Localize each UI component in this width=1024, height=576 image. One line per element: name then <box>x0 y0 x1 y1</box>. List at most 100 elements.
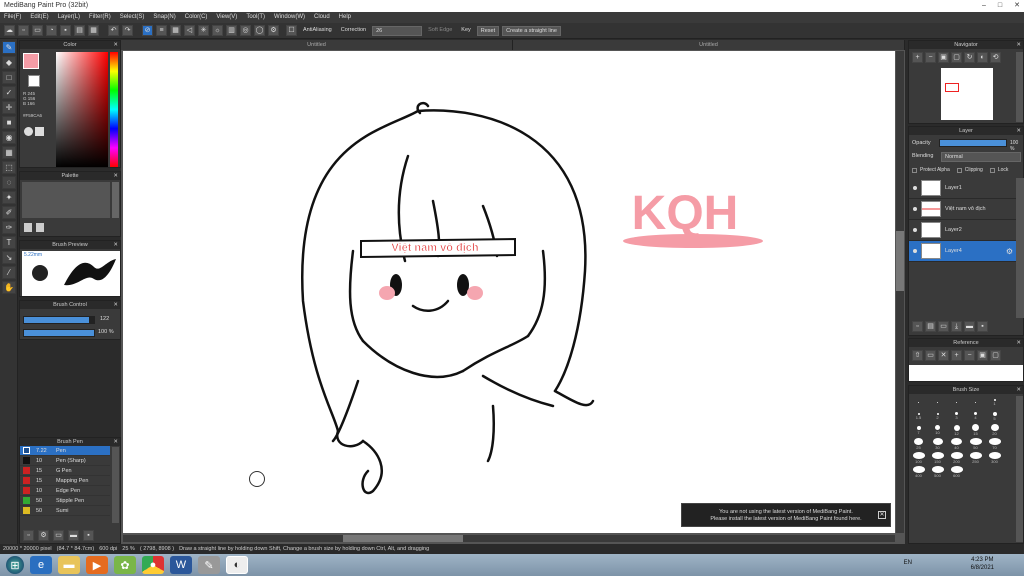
menu-cloud[interactable]: Cloud <box>314 12 330 23</box>
layer-row[interactable]: Layer2 <box>909 220 1016 241</box>
snap-off-icon[interactable]: ⊘ <box>142 25 153 36</box>
merge-down-icon[interactable]: ⤓ <box>951 321 962 332</box>
close-icon[interactable]: ✕ <box>1016 386 1021 394</box>
eraser-tool-icon[interactable]: ◆ <box>2 56 16 69</box>
brush-size-option[interactable]: 2 <box>930 410 945 422</box>
menu-file[interactable]: File(F) <box>4 12 21 23</box>
eye-icon[interactable] <box>913 249 917 253</box>
select-tool-icon[interactable]: ⬚ <box>2 161 16 174</box>
brush-item[interactable]: 7.22 Pen <box>20 446 110 456</box>
brush-size-option[interactable]: 25 <box>911 438 926 450</box>
word-icon[interactable]: W <box>170 556 192 574</box>
zoom-in-icon[interactable]: + <box>912 52 923 63</box>
select-pen-tool-icon[interactable]: ✐ <box>2 206 16 219</box>
text-tool-icon[interactable]: T <box>2 236 16 249</box>
menu-layer[interactable]: Layer(L) <box>58 12 80 23</box>
close-button[interactable]: ✕ <box>1014 0 1020 12</box>
open-icon[interactable]: ▭ <box>32 25 43 36</box>
horizontal-scrollbar[interactable] <box>123 535 895 542</box>
brush-size-option[interactable]: 15 <box>968 424 983 436</box>
paint-icon[interactable]: ✎ <box>198 556 220 574</box>
medibang-taskbar-icon[interactable]: ◐ <box>226 556 248 574</box>
menu-select[interactable]: Select(S) <box>120 12 145 23</box>
save-icon[interactable]: ▪ <box>60 25 71 36</box>
fill-rect-tool-icon[interactable]: ■ <box>2 116 16 129</box>
snap-vanish-icon[interactable]: ◁ <box>184 25 195 36</box>
flip-icon[interactable]: ◐ <box>977 52 988 63</box>
file-explorer-icon[interactable]: ▬ <box>58 556 80 574</box>
move-tool-icon[interactable]: ✛ <box>2 101 16 114</box>
close-icon[interactable]: ✕ <box>113 172 118 180</box>
brush-size-option[interactable]: 3 <box>949 410 964 422</box>
palette-scrollbar[interactable] <box>112 182 119 218</box>
tab-untitled-1[interactable]: Untitled <box>121 40 513 50</box>
brush-size-option[interactable] <box>930 396 945 408</box>
copy-icon[interactable]: ▤ <box>74 25 85 36</box>
layer-folder-icon[interactable]: ▬ <box>964 321 975 332</box>
reference-fit-icon[interactable]: ▣ <box>977 350 988 361</box>
layer-opacity-slider[interactable] <box>939 139 1007 147</box>
brush-size-option[interactable]: 30 <box>930 438 945 450</box>
saturation-value-picker[interactable] <box>56 52 108 167</box>
grid-icon[interactable]: ▦ <box>88 25 99 36</box>
reference-close-icon[interactable]: ✕ <box>938 350 949 361</box>
navigator-viewport[interactable] <box>945 83 959 92</box>
brush-item[interactable]: 50 Sumi <box>20 506 110 516</box>
system-clock[interactable]: 4:23 PM 6/8/2021 <box>971 556 994 572</box>
palette-swatch-area[interactable] <box>22 182 110 218</box>
brush-size-option[interactable]: 400 <box>911 466 926 478</box>
minimize-button[interactable]: – <box>982 0 986 12</box>
drawing-canvas[interactable]: Việt nam vô địch KQH <box>123 51 895 533</box>
brush-settings-icon[interactable]: ⚙ <box>38 530 49 541</box>
actual-size-icon[interactable]: ▢ <box>951 52 962 63</box>
delete-brush-icon[interactable]: ▪ <box>83 530 94 541</box>
color-wheel-icon[interactable] <box>24 127 33 136</box>
brush-size-option[interactable]: 200 <box>949 452 964 464</box>
new-layer-icon[interactable]: ▫ <box>912 321 923 332</box>
hue-slider[interactable] <box>110 52 118 167</box>
snap-parallel-icon[interactable]: ≡ <box>156 25 167 36</box>
straight-line-button[interactable]: Create a straight line <box>502 25 561 36</box>
vertical-scroll-thumb[interactable] <box>896 231 904 291</box>
brush-size-option[interactable]: 1.5 <box>911 410 926 422</box>
comment-icon[interactable]: ◔ <box>46 25 57 36</box>
brush-size-option[interactable]: 5 <box>987 410 1002 422</box>
bucket-tool-icon[interactable]: ◉ <box>2 131 16 144</box>
tab-untitled-2[interactable]: Untitled <box>513 40 905 50</box>
brush-item[interactable]: 10 Edge Pen <box>20 486 110 496</box>
brush-item[interactable]: 15 G Pen <box>20 466 110 476</box>
add-palette-icon[interactable] <box>24 223 32 232</box>
brush-size-option[interactable]: 4 <box>968 410 983 422</box>
clipping-checkbox[interactable] <box>956 167 962 173</box>
redo-icon[interactable]: ↷ <box>122 25 133 36</box>
app-icon[interactable]: ✿ <box>114 556 136 574</box>
menu-filter[interactable]: Filter(R) <box>89 12 111 23</box>
horizontal-scroll-thumb[interactable] <box>343 535 463 542</box>
reference-upload-icon[interactable]: ⇧ <box>912 350 923 361</box>
chrome-icon[interactable]: ● <box>142 556 164 574</box>
background-color-swatch[interactable] <box>28 75 40 87</box>
brush-folder-icon[interactable]: ▬ <box>68 530 79 541</box>
layer-row[interactable]: Layer4 ⚙ <box>909 241 1016 262</box>
close-icon[interactable]: ✕ <box>113 41 118 49</box>
brush-size-option[interactable]: 50 <box>968 438 983 450</box>
color-add-icon[interactable] <box>35 127 44 136</box>
brush-size-option[interactable]: 1 <box>987 396 1002 408</box>
layer-scrollbar[interactable] <box>1016 178 1024 318</box>
close-icon[interactable]: ✕ <box>878 511 886 519</box>
brush-size-option[interactable]: 10 <box>930 424 945 436</box>
close-icon[interactable]: ✕ <box>113 241 118 249</box>
brush-size-option[interactable]: 100 <box>911 452 926 464</box>
internet-explorer-icon[interactable]: e <box>30 556 52 574</box>
brush-size-option[interactable]: 150 <box>930 452 945 464</box>
navigator-scrollbar[interactable] <box>1016 52 1023 122</box>
lock-checkbox[interactable] <box>989 167 995 173</box>
snap-settings-icon[interactable]: ⚙ <box>268 25 279 36</box>
dot-tool-icon[interactable]: □ <box>2 71 16 84</box>
snap-curve-icon[interactable]: ◯ <box>254 25 265 36</box>
reference-zoom-in-icon[interactable]: + <box>951 350 962 361</box>
correction-select[interactable]: 26 <box>372 25 423 36</box>
brush-size-option[interactable]: 300 <box>987 452 1002 464</box>
reference-actual-size-icon[interactable]: ▢ <box>990 350 1001 361</box>
brush-size-option[interactable]: 600 <box>949 466 964 478</box>
